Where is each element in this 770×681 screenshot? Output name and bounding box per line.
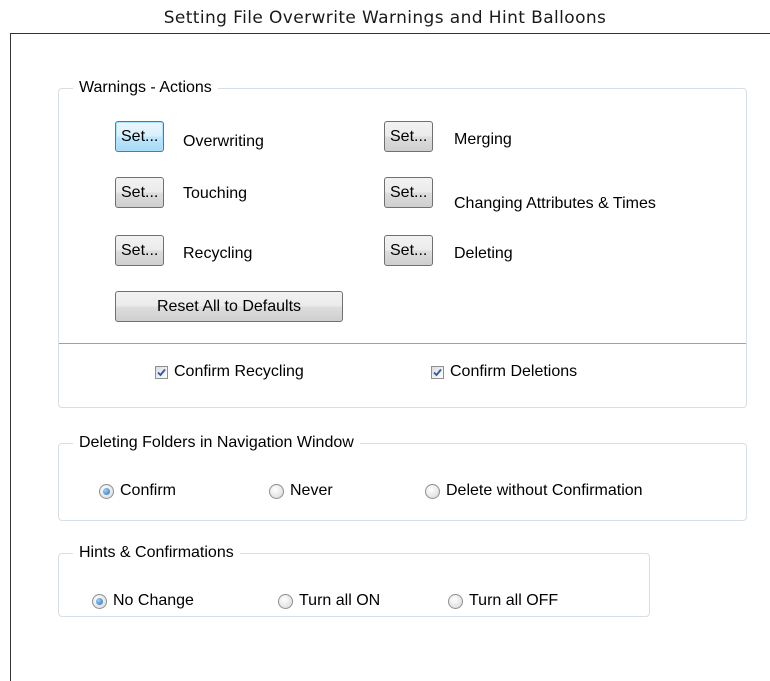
deleting-folders-group: Deleting Folders in Navigation Window Co…	[58, 434, 747, 521]
set-changing-attributes-button[interactable]: Set...	[384, 177, 434, 208]
set-overwriting-button[interactable]: Set...	[115, 121, 165, 152]
radio-no-change[interactable]: No Change	[92, 592, 194, 610]
merging-label: Merging	[454, 131, 512, 148]
radio-turn-all-on-button[interactable]	[278, 593, 293, 609]
radio-never-label: Never	[290, 482, 333, 499]
set-merging-button[interactable]: Set...	[384, 121, 434, 152]
changing-attributes-label: Changing Attributes & Times	[454, 195, 656, 212]
radio-never-button[interactable]	[269, 483, 284, 499]
confirm-recycling-label: Confirm Recycling	[174, 363, 304, 380]
radio-confirm-button[interactable]	[99, 483, 114, 499]
radio-confirm-label: Confirm	[120, 482, 177, 499]
confirm-recycling-check-box[interactable]	[155, 365, 168, 379]
radio-delete-without-confirmation-label: Delete without Confirmation	[446, 482, 643, 499]
recycling-label: Recycling	[183, 245, 253, 262]
reset-all-defaults-button[interactable]: Reset All to Defaults	[115, 291, 343, 322]
radio-delete-without-confirmation[interactable]: Delete without Confirmation	[425, 482, 643, 500]
warnings-actions-legend: Warnings - Actions	[73, 79, 218, 97]
radio-no-change-label: No Change	[113, 592, 194, 609]
radio-turn-all-off-label: Turn all OFF	[469, 592, 559, 609]
deleting-label: Deleting	[454, 245, 513, 262]
hints-confirmations-group: Hints & Confirmations No Change Turn all…	[58, 544, 650, 617]
confirm-recycling-checkbox[interactable]: Confirm Recycling	[155, 363, 304, 381]
radio-confirm[interactable]: Confirm	[99, 482, 176, 500]
checkmark-icon	[433, 368, 442, 376]
radio-turn-all-on[interactable]: Turn all ON	[278, 592, 380, 610]
deleting-folders-legend: Deleting Folders in Navigation Window	[73, 434, 360, 452]
warnings-actions-group: Warnings - Actions Set... Overwriting Se…	[58, 79, 747, 408]
radio-no-change-button[interactable]	[92, 593, 107, 609]
radio-never[interactable]: Never	[269, 482, 333, 500]
radio-selected-dot-icon	[96, 597, 103, 605]
set-touching-button[interactable]: Set...	[115, 177, 165, 208]
confirm-deletions-checkbox[interactable]: Confirm Deletions	[431, 363, 577, 381]
radio-selected-dot-icon	[103, 487, 110, 495]
warnings-separator	[59, 343, 746, 345]
overwriting-label: Overwriting	[183, 133, 264, 150]
radio-turn-all-off-button[interactable]	[448, 593, 463, 609]
confirm-deletions-check-box[interactable]	[431, 365, 444, 379]
set-deleting-button[interactable]: Set...	[384, 235, 434, 266]
hints-confirmations-legend: Hints & Confirmations	[73, 544, 240, 562]
radio-turn-all-on-label: Turn all ON	[299, 592, 381, 609]
dialog-frame-left	[10, 33, 11, 681]
touching-label: Touching	[183, 185, 248, 202]
confirm-deletions-label: Confirm Deletions	[450, 363, 578, 380]
radio-turn-all-off[interactable]: Turn all OFF	[448, 592, 558, 610]
page-title: Setting File Overwrite Warnings and Hint…	[163, 8, 607, 28]
set-recycling-button[interactable]: Set...	[115, 235, 165, 266]
radio-delete-without-confirmation-button[interactable]	[425, 483, 440, 499]
checkmark-icon	[157, 368, 166, 376]
dialog-frame-top	[10, 33, 770, 34]
